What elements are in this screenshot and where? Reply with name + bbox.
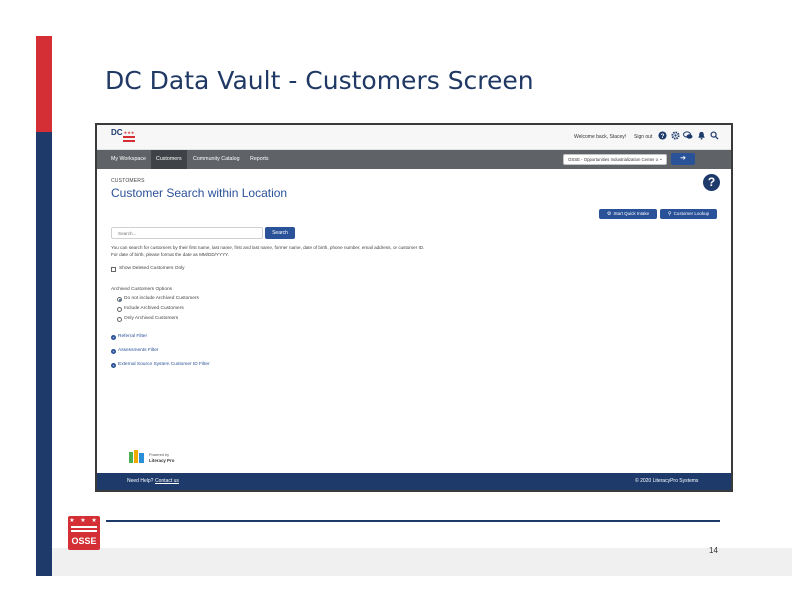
start-quick-intake-label: Start Quick Intake [613, 211, 650, 216]
logo-bar [134, 450, 138, 463]
external-id-filter-toggle[interactable]: External Source System Customer ID Filte… [118, 362, 210, 367]
slide-title: DC Data Vault - Customers Screen [105, 66, 534, 95]
app-footer: Need Help? Contact us © 2020 LiteracyPro… [97, 473, 731, 490]
nav-customers[interactable]: Customers [151, 150, 187, 169]
dc-logo[interactable]: DC ★★★ [111, 129, 135, 145]
chat-icon[interactable] [683, 131, 693, 141]
show-deleted-checkbox[interactable] [111, 267, 116, 272]
customer-search-input[interactable] [111, 227, 263, 239]
contact-us-link[interactable]: Contact us [155, 478, 179, 484]
location-select[interactable]: OSSE - Opportunities Industrialization C… [563, 154, 667, 165]
app-header: DC ★★★ Welcome back, Stacey! Sign out ? [97, 125, 731, 150]
main-nav: My Workspace Customers Community Catalog… [97, 150, 731, 169]
osse-logo: ★ ★ ★ OSSE [68, 516, 100, 550]
literacy-pro-logo [129, 450, 145, 464]
page-help-icon[interactable]: ? [703, 174, 720, 191]
dc-flag-bar [123, 140, 135, 142]
dc-flag-stars: ★★★ [123, 130, 135, 135]
gear-icon: ⚙ [606, 211, 612, 217]
search-icon: ⚲ [667, 211, 672, 217]
dc-flag-bar [123, 136, 135, 138]
slide-accent-navy [36, 132, 52, 576]
chevron-down-icon: ⌄ [658, 156, 663, 162]
location-go-button[interactable]: ➔ [671, 153, 695, 165]
slide-bottom-band [52, 548, 792, 576]
archived-options-label: Archived Customers Options [111, 287, 173, 292]
bell-icon[interactable] [696, 131, 706, 141]
osse-logo-stars: ★ ★ ★ [69, 518, 99, 524]
plus-circle-icon[interactable]: + [111, 335, 116, 340]
customer-lookup-label: Customer Lookup [673, 211, 710, 216]
welcome-message: Welcome back, Stacey! [574, 134, 627, 140]
nav-community-catalog[interactable]: Community Catalog [188, 150, 245, 169]
nav-my-workspace[interactable]: My Workspace [106, 150, 151, 169]
search-icon[interactable] [709, 131, 719, 141]
show-deleted-label: Show Deleted Customers Only [119, 266, 185, 271]
archived-radio-only-label: Only Archived Customers [124, 316, 179, 321]
help-icon[interactable]: ? [657, 131, 667, 141]
app-screenshot: DC ★★★ Welcome back, Stacey! Sign out ? … [95, 123, 733, 492]
powered-by-brand: Literacy Pro [149, 458, 175, 463]
svg-text:?: ? [660, 133, 664, 140]
search-help-text: You can search for customers by their fi… [111, 245, 425, 250]
osse-logo-stripe [71, 530, 97, 532]
archived-radio-include[interactable] [117, 307, 122, 312]
dc-flag-icon: ★★★ [123, 131, 135, 142]
nav-reports[interactable]: Reports [245, 150, 274, 169]
osse-logo-stripe [71, 526, 97, 528]
start-quick-intake-button[interactable]: ⚙ Start Quick Intake [599, 209, 657, 219]
breadcrumb: CUSTOMERS [111, 178, 145, 184]
archived-radio-exclude-label: Do not include Archived Customers [124, 296, 199, 301]
dc-logo-letters: DC [111, 128, 123, 137]
slide-accent-red [36, 36, 52, 132]
slide-divider [106, 520, 720, 522]
customer-lookup-button[interactable]: ⚲ Customer Lookup [660, 209, 717, 219]
page-title: Customer Search within Location [111, 186, 288, 200]
search-button[interactable]: Search [265, 227, 295, 239]
location-select-value: OSSE - Opportunities Industrialization C… [568, 157, 659, 162]
archived-radio-include-label: Include Archived Customers [124, 306, 184, 311]
archived-radio-only[interactable] [117, 317, 122, 322]
plus-circle-icon[interactable]: + [111, 349, 116, 354]
referral-filter-toggle[interactable]: Referral Filter [118, 334, 147, 339]
assessments-filter-toggle[interactable]: Assessments Filter [118, 348, 159, 353]
copyright-text: © 2020 LiteracyPro Systems [635, 478, 699, 484]
dob-format-help-text: For date of birth, please format the dat… [111, 252, 229, 257]
plus-circle-icon[interactable]: + [111, 363, 116, 368]
osse-logo-text: OSSE [71, 536, 97, 546]
need-help-text: Need Help? [127, 478, 154, 484]
logo-bar [129, 452, 133, 463]
archived-radio-exclude[interactable] [117, 297, 122, 302]
arrow-right-icon: ➔ [680, 155, 686, 162]
sign-out-link[interactable]: Sign out [634, 134, 652, 140]
slide-page-number: 14 [709, 546, 718, 555]
logo-bar [139, 453, 144, 463]
gear-icon[interactable] [670, 131, 680, 141]
